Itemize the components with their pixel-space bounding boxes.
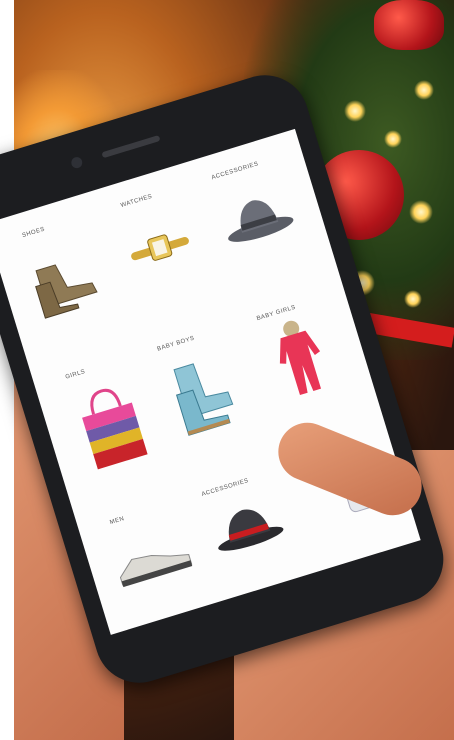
category-label-men[interactable]: MEN — [109, 516, 125, 526]
category-label-shoes[interactable]: SHOES — [22, 227, 46, 240]
handbag-icon[interactable] — [70, 379, 156, 475]
snowsuit-icon[interactable] — [262, 311, 338, 404]
tree-light — [414, 80, 434, 100]
category-label-watches[interactable]: WATCHES — [120, 194, 153, 209]
hat-icon[interactable] — [215, 184, 301, 254]
category-label-accessories[interactable]: ACCESSORIES — [211, 161, 259, 181]
watch-icon[interactable] — [121, 219, 200, 278]
fedora-icon[interactable] — [206, 495, 291, 560]
tree-light — [409, 200, 433, 224]
boot-icon[interactable] — [24, 244, 108, 322]
red-bow — [374, 0, 444, 50]
sneaker-icon[interactable] — [109, 530, 197, 592]
front-camera — [69, 155, 84, 170]
category-label-accessories-2[interactable]: ACCESSORIES — [201, 478, 249, 498]
category-label-baby-boys[interactable]: BABY BOYS — [157, 336, 196, 353]
tree-light — [384, 130, 402, 148]
category-label-girls[interactable]: GIRLS — [65, 369, 86, 381]
kids-boots-icon[interactable] — [163, 347, 252, 439]
tree-light — [344, 100, 366, 122]
tree-light — [404, 290, 422, 308]
earpiece-speaker — [101, 134, 161, 159]
